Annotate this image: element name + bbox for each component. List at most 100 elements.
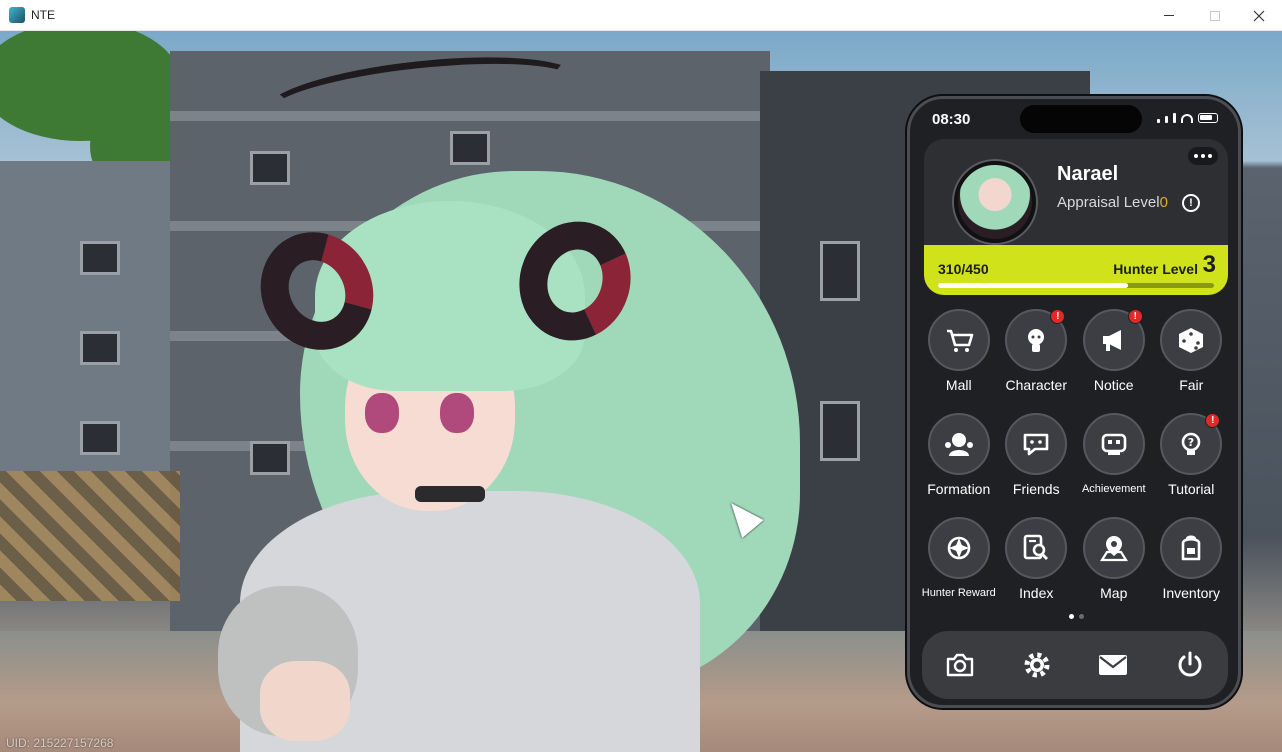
avatar[interactable] bbox=[954, 161, 1036, 243]
app-notice-button[interactable]: ! Notice bbox=[1075, 309, 1153, 393]
dot bbox=[1194, 154, 1198, 158]
page-indicator bbox=[1069, 614, 1084, 619]
app-icon-circle bbox=[1082, 413, 1145, 475]
app-index-button[interactable]: Index bbox=[998, 517, 1076, 601]
app-achievement-button[interactable]: Achievement bbox=[1075, 413, 1153, 497]
battery-icon bbox=[1198, 113, 1218, 123]
uid-label: UID: 215227157268 bbox=[6, 736, 114, 750]
dot bbox=[1208, 154, 1212, 158]
app-fair-button[interactable]: Fair bbox=[1153, 309, 1231, 393]
minimize-button[interactable] bbox=[1146, 0, 1192, 31]
minimize-icon bbox=[1164, 15, 1174, 16]
maximize-button[interactable] bbox=[1192, 0, 1238, 31]
hunter-level-value: 3 bbox=[1202, 251, 1216, 278]
settings-icon bbox=[1024, 652, 1050, 678]
app-icon-circle bbox=[1160, 309, 1223, 371]
building-window bbox=[820, 241, 860, 301]
app-label: Hunter Reward bbox=[921, 587, 996, 599]
app-label: Fair bbox=[1179, 377, 1204, 393]
page-dot[interactable] bbox=[1079, 614, 1084, 619]
character-eye bbox=[440, 393, 474, 433]
app-character-button[interactable]: ! Character bbox=[998, 309, 1076, 393]
app-label: Tutorial bbox=[1168, 481, 1215, 497]
character-choker bbox=[415, 486, 485, 502]
app-label: Mall bbox=[945, 377, 972, 393]
app-icon-circle bbox=[927, 517, 990, 579]
player-name: Narael bbox=[1057, 163, 1119, 185]
app-tutorial-button[interactable]: ?! Tutorial bbox=[1153, 413, 1231, 497]
app-label: Inventory bbox=[1162, 585, 1221, 601]
chat-icon bbox=[1023, 433, 1049, 456]
app-icon-circle bbox=[1005, 517, 1068, 579]
backpack-icon bbox=[1181, 535, 1201, 561]
svg-text:?: ? bbox=[1188, 436, 1194, 449]
app-icon-circle bbox=[1082, 517, 1145, 579]
status-icons bbox=[1157, 113, 1218, 123]
profile-card[interactable]: Narael Appraisal Level0 ! 310/450 Hunter… bbox=[924, 139, 1228, 295]
building-window bbox=[250, 151, 290, 185]
page-dot[interactable] bbox=[1069, 614, 1074, 619]
info-icon[interactable]: ! bbox=[1182, 194, 1200, 212]
maximize-icon bbox=[1210, 10, 1220, 21]
app-icon bbox=[9, 7, 25, 23]
building-window bbox=[250, 441, 290, 475]
hunter-level-bar: 310/450 Hunter Level 3 bbox=[924, 245, 1228, 295]
character-eye bbox=[365, 393, 399, 433]
app-icon-circle bbox=[927, 413, 990, 475]
app-label: Character bbox=[1005, 377, 1067, 393]
crosshair-icon bbox=[947, 536, 971, 560]
phone-menu: 08:30 Narael Appraisal Level0 ! 310/450 … bbox=[907, 96, 1241, 708]
character-hand bbox=[260, 661, 350, 741]
character-icon bbox=[1028, 329, 1045, 352]
alert-badge: ! bbox=[1050, 309, 1066, 324]
exp-progress-bar bbox=[938, 283, 1214, 288]
app-inventory-button[interactable]: Inventory bbox=[1153, 517, 1231, 601]
app-icon-circle bbox=[1005, 413, 1068, 475]
app-label: Index bbox=[1019, 585, 1054, 601]
hunter-level-label: Hunter Level bbox=[1113, 261, 1198, 277]
power-button[interactable] bbox=[1170, 645, 1210, 685]
phone-clock: 08:30 bbox=[932, 111, 971, 128]
wall-mural bbox=[0, 471, 180, 601]
app-grid: Mall! Character ! Notice Fair Formation Friend… bbox=[920, 309, 1234, 601]
app-label: Achievement bbox=[1081, 483, 1146, 495]
dice-icon bbox=[1179, 328, 1204, 353]
app-icon-circle bbox=[927, 309, 990, 371]
app-icon-circle bbox=[1160, 517, 1223, 579]
cart-icon bbox=[946, 329, 974, 352]
more-options-button[interactable] bbox=[1188, 147, 1218, 165]
building-window bbox=[820, 401, 860, 461]
camera-button[interactable] bbox=[940, 645, 980, 685]
bulb-icon: ? bbox=[1181, 432, 1201, 455]
app-friends-button[interactable]: Friends bbox=[998, 413, 1076, 497]
window-titlebar: NTE bbox=[0, 0, 1282, 31]
building-window bbox=[80, 331, 120, 365]
app-formation-button[interactable]: Formation bbox=[920, 413, 998, 497]
appraisal-level: Appraisal Level0 bbox=[1057, 194, 1168, 211]
settings-button[interactable] bbox=[1017, 645, 1057, 685]
app-mall-button[interactable]: Mall bbox=[920, 309, 998, 393]
building-window bbox=[80, 241, 120, 275]
alert-badge: ! bbox=[1205, 413, 1221, 428]
map-icon bbox=[1099, 536, 1128, 562]
mail-button[interactable] bbox=[1093, 645, 1133, 685]
close-button[interactable] bbox=[1236, 0, 1282, 31]
phone-dock bbox=[922, 631, 1228, 699]
app-label: Map bbox=[1100, 585, 1128, 601]
app-hunter-reward-button[interactable]: Hunter Reward bbox=[920, 517, 998, 601]
signal-icon bbox=[1173, 113, 1176, 123]
mail-icon bbox=[1099, 655, 1128, 675]
signal-icon bbox=[1165, 116, 1168, 123]
app-icon-circle: ! bbox=[1082, 309, 1145, 371]
camera-icon bbox=[947, 653, 974, 677]
megaphone-icon bbox=[1102, 330, 1121, 351]
app-map-button[interactable]: Map bbox=[1075, 517, 1153, 601]
exp-progress-fill bbox=[938, 283, 1129, 288]
alert-badge: ! bbox=[1127, 309, 1143, 324]
building-window bbox=[450, 131, 490, 165]
dot bbox=[1201, 154, 1205, 158]
app-icon-circle: ?! bbox=[1160, 413, 1223, 475]
close-icon bbox=[1253, 10, 1265, 21]
app-label: Formation bbox=[927, 481, 991, 497]
app-label: Friends bbox=[1012, 481, 1060, 497]
